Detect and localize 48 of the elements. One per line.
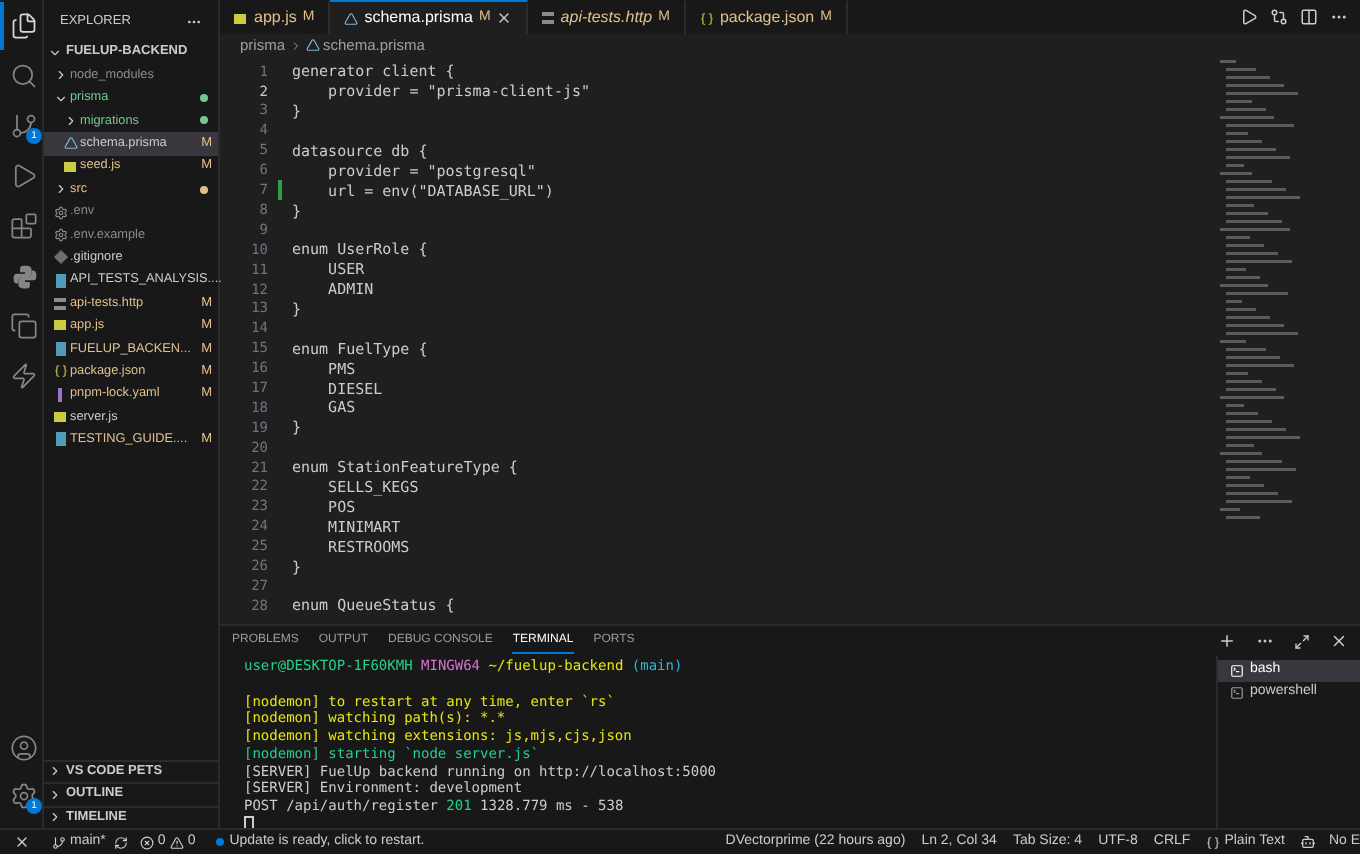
lines-file-icon [542, 12, 555, 24]
add-terminal-icon[interactable] [1218, 632, 1236, 650]
bookmark-file-icon [56, 341, 66, 356]
branch-icon [52, 835, 66, 849]
braces-file-icon [54, 364, 68, 379]
chevron-right-icon [289, 39, 302, 51]
terminal-icon [1230, 686, 1244, 700]
gear-file-icon [54, 205, 68, 220]
lightning-icon [10, 362, 38, 390]
settings-icon [10, 782, 38, 810]
close-icon[interactable] [1330, 632, 1348, 650]
triangle-file-icon [344, 11, 359, 25]
compare-icon[interactable] [1270, 8, 1288, 26]
braces-icon [1206, 835, 1221, 849]
bookmark-file-icon [56, 432, 66, 447]
split-editor-icon[interactable] [1300, 8, 1318, 26]
maximize-icon[interactable] [1294, 633, 1310, 649]
sync-icon[interactable] [113, 835, 128, 849]
warning-icon [169, 835, 184, 849]
diamond-file-icon [53, 250, 69, 265]
python-icon [11, 263, 37, 289]
bookmark-file-icon [56, 273, 66, 288]
source-control-icon [10, 112, 38, 140]
search-icon [10, 62, 38, 90]
run-icon[interactable] [1240, 8, 1258, 26]
braces-file-icon [699, 11, 714, 25]
js-file-icon [54, 320, 66, 331]
close-icon[interactable] [496, 10, 513, 26]
terminal-icon [1230, 664, 1244, 678]
js-file-icon [54, 412, 66, 423]
account-icon [10, 734, 38, 762]
gear-file-icon [54, 227, 68, 242]
chevron-down-icon [48, 45, 62, 59]
files-icon [10, 12, 38, 40]
extensions-icon [10, 212, 38, 240]
js-file-icon [234, 13, 246, 23]
triangle-file-icon [305, 38, 320, 52]
robot-icon[interactable] [1300, 834, 1317, 850]
chevron-right-icon [64, 113, 78, 128]
chevron-right-icon [54, 68, 68, 83]
lines-file-icon [54, 297, 66, 310]
chevron-down-icon [54, 91, 68, 106]
js-file-icon [64, 161, 76, 172]
triangle-file-icon [64, 136, 78, 151]
run-icon [10, 162, 38, 190]
squares-icon [10, 312, 38, 340]
error-icon [139, 835, 154, 849]
chevron-right-icon [54, 182, 68, 197]
